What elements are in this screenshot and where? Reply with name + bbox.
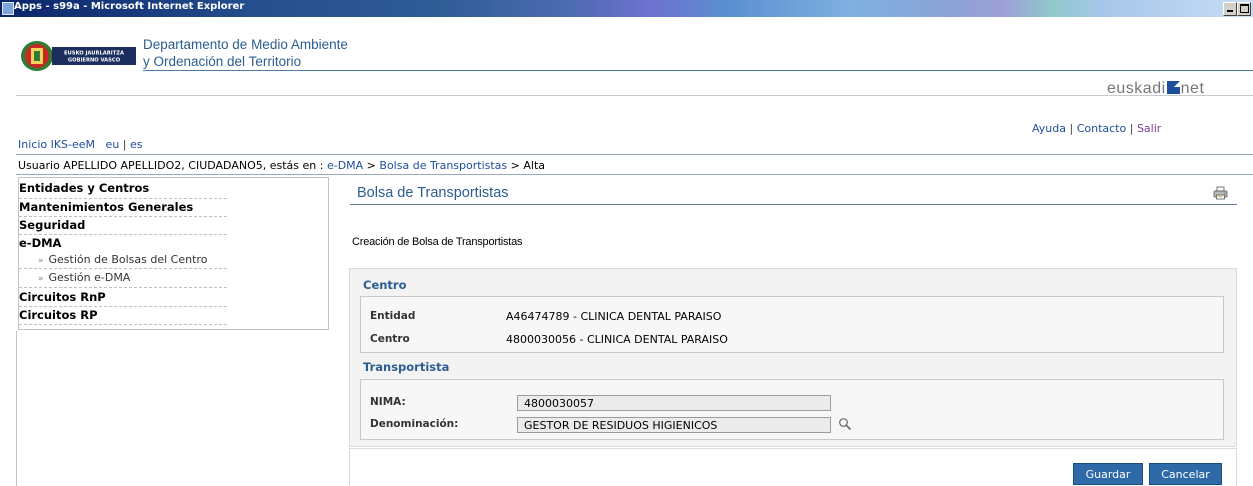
lang-eu-link[interactable]: eu xyxy=(106,138,120,151)
sidebar-item-entidades[interactable]: Entidades y Centros xyxy=(19,181,149,195)
top-nav-right: Ayuda | Contacto | Salir xyxy=(1032,122,1161,135)
window-titlebar: Apps - s99a - Microsoft Internet Explore… xyxy=(0,0,1253,17)
entidad-label: Entidad xyxy=(370,310,416,322)
sidebar-item-circuitos-rp[interactable]: Circuitos RP xyxy=(19,308,98,322)
sidebar-menu: Entidades y Centros Mantenimientos Gener… xyxy=(18,177,329,330)
transportista-section-box: NIMA: 4800030057 Denominación: GESTOR DE… xyxy=(360,379,1224,440)
top-nav-left: Inicio IKS-eeM eu | es xyxy=(18,138,143,151)
double-chevron-icon: » xyxy=(38,274,44,284)
breadcrumb: Usuario APELLIDO APELLIDO2, CIUDADANO5, … xyxy=(18,159,546,172)
printer-icon[interactable] xyxy=(1213,186,1228,200)
sidebar-item-edma[interactable]: e-DMA xyxy=(19,236,61,250)
sidebar-divider xyxy=(19,216,227,217)
entidad-value: A46474789 - CLINICA DENTAL PARAISO xyxy=(506,310,722,323)
centro-value: 4800030056 - CLINICA DENTAL PARAISO xyxy=(506,333,728,346)
nima-label: NIMA: xyxy=(370,396,406,408)
brand-square-icon xyxy=(1166,81,1180,94)
home-link[interactable]: Inicio IKS-eeM xyxy=(18,138,95,151)
sidebar-divider xyxy=(19,306,227,307)
department-name-line1: Departamento de Medio Ambiente xyxy=(143,37,348,52)
minimize-button[interactable] xyxy=(1223,2,1237,16)
denominacion-label: Denominación: xyxy=(370,418,459,430)
content-left-border xyxy=(16,331,17,486)
header-separator-top xyxy=(16,95,1253,96)
nav-separator: | xyxy=(122,138,127,151)
gobierno-vasco-logo: EUSKO JAURLARITZA GOBIERNO VASCO xyxy=(21,41,136,71)
nima-field[interactable]: 4800030057 xyxy=(517,395,831,411)
page-title: Bolsa de Transportistas xyxy=(357,185,509,201)
breadcrumb-prefix: Usuario APELLIDO APELLIDO2, CIUDADANO5, … xyxy=(18,159,327,172)
nav-separator: | xyxy=(1129,122,1134,135)
window-icon xyxy=(2,2,14,15)
page-subtitle: Creación de Bolsa de Transportistas xyxy=(352,236,523,248)
form-panel: Centro Entidad A46474789 - CLINICA DENTA… xyxy=(349,268,1237,447)
sidebar-item-circuitos-rnp[interactable]: Circuitos RnP xyxy=(19,290,106,304)
sidebar-divider xyxy=(19,268,227,269)
nav-separator: | xyxy=(1069,122,1074,135)
department-name-line2: y Ordenación del Territorio xyxy=(143,54,302,69)
lang-es-link[interactable]: es xyxy=(130,138,143,151)
header-divider xyxy=(143,70,1253,71)
logo-text-2: GOBIERNO VASCO xyxy=(68,58,121,64)
breadcrumb-item-current: Alta xyxy=(523,159,546,172)
cancel-button[interactable]: Cancelar xyxy=(1149,463,1222,485)
contact-link[interactable]: Contacto xyxy=(1077,122,1127,135)
sidebar-divider xyxy=(19,287,227,288)
maximize-button[interactable] xyxy=(1237,2,1251,16)
sidebar-subitem-gestion-bolsas[interactable]: » Gestión de Bolsas del Centro xyxy=(38,253,207,266)
breadcrumb-item-edma[interactable]: e-DMA xyxy=(327,159,363,172)
help-link[interactable]: Ayuda xyxy=(1032,122,1066,135)
sidebar-divider xyxy=(19,324,227,325)
sidebar-subitem-gestion-edma[interactable]: » Gestión e-DMA xyxy=(38,271,130,284)
centro-label: Centro xyxy=(370,333,410,345)
breadcrumb-item-bolsa[interactable]: Bolsa de Transportistas xyxy=(379,159,507,172)
sidebar-divider xyxy=(19,198,227,199)
header-separator-mid xyxy=(16,154,1253,155)
title-underline xyxy=(350,204,1237,205)
double-chevron-icon: » xyxy=(38,256,44,266)
sidebar-divider xyxy=(19,234,227,235)
magnifier-icon[interactable] xyxy=(838,417,852,431)
denominacion-field[interactable]: GESTOR DE RESIDUOS HIGIENICOS xyxy=(517,417,831,433)
window-title: Apps - s99a - Microsoft Internet Explore… xyxy=(14,1,245,12)
sidebar-item-seguridad[interactable]: Seguridad xyxy=(19,218,85,232)
sidebar-item-mantenimientos[interactable]: Mantenimientos Generales xyxy=(19,200,193,214)
section-title-transportista: Transportista xyxy=(363,360,450,374)
header-separator-bottom xyxy=(16,174,1253,175)
exit-link[interactable]: Salir xyxy=(1137,122,1161,135)
save-button[interactable]: Guardar xyxy=(1073,463,1143,485)
logo-text-1: EUSKO JAURLARITZA xyxy=(64,51,124,57)
centro-section-box: Entidad A46474789 - CLINICA DENTAL PARAI… xyxy=(360,296,1224,353)
section-title-centro: Centro xyxy=(363,278,407,292)
